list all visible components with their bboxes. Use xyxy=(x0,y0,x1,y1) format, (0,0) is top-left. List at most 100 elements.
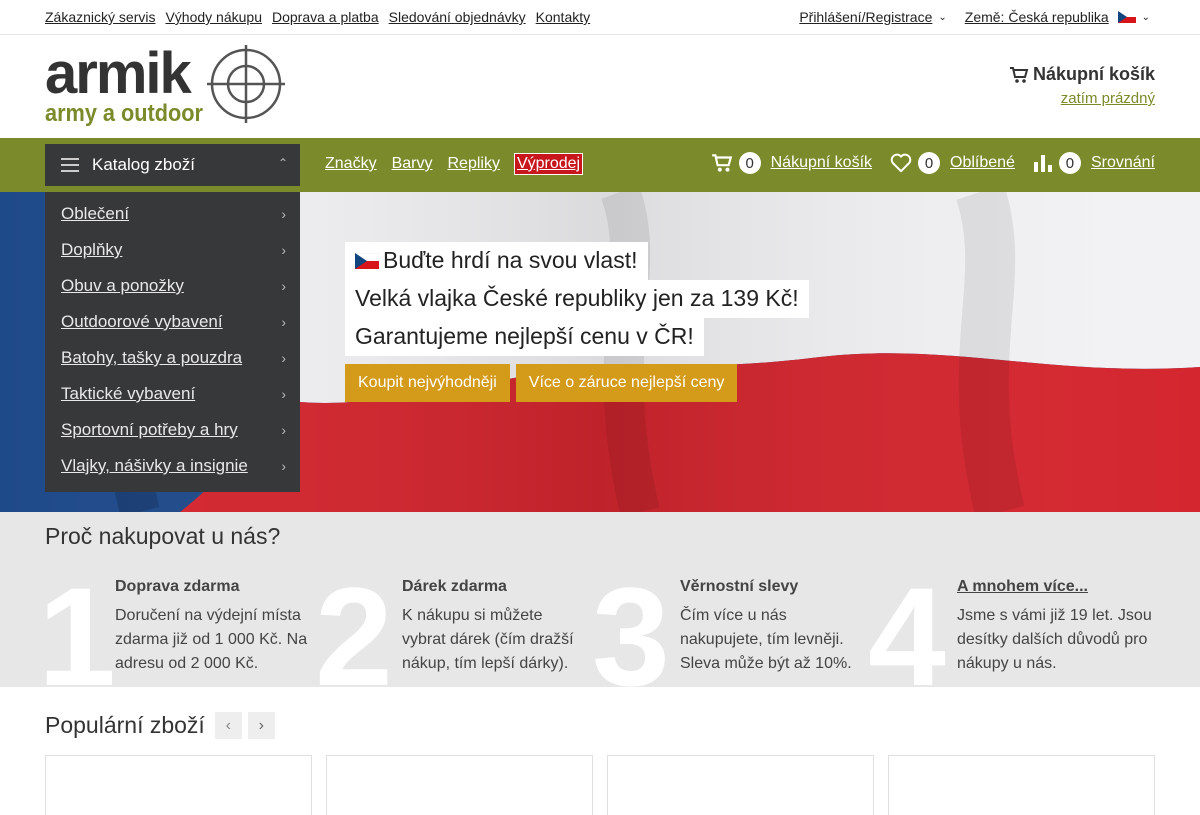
menu-item-label: Vlajky, nášivky a insignie xyxy=(61,456,248,475)
header-cart[interactable]: Nákupní košík zatím prázdný xyxy=(1009,64,1155,107)
buy-best-price-button[interactable]: Koupit nejvýhodněji xyxy=(345,364,510,402)
benefit-number: 4 xyxy=(868,558,946,688)
top-link-order-tracking[interactable]: Sledování objednávky xyxy=(389,9,526,25)
carousel-next-button[interactable]: › xyxy=(247,712,275,739)
benefit-number: 1 xyxy=(38,558,116,688)
login-dropdown[interactable]: Přihlášení/Registrace ⌄ xyxy=(799,9,946,25)
catalog-button[interactable]: Katalog zboží ⌃ xyxy=(45,144,300,186)
popular-header: Populární zboží ‹ › xyxy=(45,712,275,739)
why-shop-section: Proč nakupovat u nás? 1 Doprava zdarma D… xyxy=(0,512,1200,687)
menu-item-sports[interactable]: Sportovní potřeby a hry › xyxy=(45,412,300,448)
chevron-down-icon: ⌄ xyxy=(938,12,947,23)
benefit-title: Věrnostní slevy xyxy=(680,578,799,595)
cart-icon xyxy=(711,154,732,172)
carousel-prev-button[interactable]: ‹ xyxy=(214,712,242,739)
catalog-menu: Oblečení › Doplňky › Obuv a ponožky › Outdo… xyxy=(45,192,300,492)
header-cart-status[interactable]: zatím prázdný xyxy=(1009,90,1155,107)
compare-chart-icon xyxy=(1033,155,1052,172)
menu-item-label: Taktické vybavení xyxy=(61,384,196,403)
menu-item-label: Sportovní potřeby a hry xyxy=(61,420,238,439)
header-cart-title: Nákupní košík xyxy=(1032,64,1155,84)
chevron-left-icon: ‹ xyxy=(225,716,231,734)
top-link-customer-service[interactable]: Zákaznický servis xyxy=(45,9,155,25)
benefit-shipping: Doprava zdarma Doručení na výdejní místa… xyxy=(115,567,315,676)
benefit-number: 3 xyxy=(592,558,670,688)
benefit-title: Dárek zdarma xyxy=(402,578,507,595)
nav-favorites[interactable]: 0 Oblíbené xyxy=(890,152,1015,174)
benefit-text: K nákupu si můžete vybrat dárek (čím dra… xyxy=(402,607,574,672)
benefit-more-link[interactable]: A mnohem více... xyxy=(957,578,1157,596)
nav-compare[interactable]: 0 Srovnání xyxy=(1033,152,1155,174)
why-title: Proč nakupovat u nás? xyxy=(45,523,281,549)
top-link-contacts[interactable]: Kontakty xyxy=(536,9,590,25)
armik-logo[interactable]: armik army a outdoor xyxy=(45,45,285,127)
menu-item-label: Doplňky xyxy=(61,240,123,259)
compare-count-badge: 0 xyxy=(1058,152,1081,174)
czech-flag-icon xyxy=(354,252,380,269)
country-link[interactable]: Země: Česká republika xyxy=(965,9,1109,25)
login-link[interactable]: Přihlášení/Registrace xyxy=(799,9,932,25)
best-price-guarantee-button[interactable]: Více o záruce nejlepší ceny xyxy=(515,364,738,402)
crosshair-icon xyxy=(207,45,285,123)
nav-cart[interactable]: 0 Nákupní košík xyxy=(711,152,872,174)
chevron-right-icon: › xyxy=(281,458,286,474)
product-card[interactable] xyxy=(326,755,593,815)
cart-count-badge: 0 xyxy=(738,152,761,174)
heart-icon xyxy=(890,153,912,173)
nav-link-colors[interactable]: Barvy xyxy=(392,155,433,174)
main-nav: Katalog zboží ⌃ Značky Barvy Repliky Výp… xyxy=(0,138,1200,192)
catalog-label: Katalog zboží xyxy=(92,155,196,174)
chevron-right-icon: › xyxy=(281,278,286,294)
menu-item-label: Batohy, tašky a pouzdra xyxy=(61,348,243,367)
logo-sub: army a outdoor xyxy=(45,100,203,127)
nav-link-brands[interactable]: Značky xyxy=(325,155,377,174)
benefit-text: Doručení na výdejní místa zdarma již od … xyxy=(115,607,308,672)
nav-favorites-label[interactable]: Oblíbené xyxy=(950,154,1015,172)
nav-compare-label[interactable]: Srovnání xyxy=(1091,154,1155,172)
menu-item-flags[interactable]: Vlajky, nášivky a insignie › xyxy=(45,448,300,484)
product-card[interactable] xyxy=(888,755,1155,815)
cart-icon xyxy=(1009,66,1029,83)
nav-link-replicas[interactable]: Repliky xyxy=(447,155,499,174)
product-card[interactable] xyxy=(607,755,874,815)
benefit-text: Čím více u nás nakupujete, tím levněji. … xyxy=(680,607,852,672)
popular-products xyxy=(45,755,1155,815)
promo-line-1: Buďte hrdí na svou vlast! xyxy=(383,247,638,273)
promo-headline: Buďte hrdí na svou vlast! xyxy=(345,242,648,280)
chevron-right-icon: › xyxy=(258,716,264,734)
chevron-right-icon: › xyxy=(281,206,286,222)
chevron-right-icon: › xyxy=(281,350,286,366)
menu-item-label: Outdoorové vybavení xyxy=(61,312,223,331)
menu-item-clothing[interactable]: Oblečení › xyxy=(45,196,300,232)
top-links: Zákaznický servis Výhody nákupu Doprava … xyxy=(45,9,590,25)
czech-flag-icon xyxy=(1117,11,1136,23)
hero-promo: Buďte hrdí na svou vlast! Velká vlajka Č… xyxy=(345,242,809,402)
chevron-right-icon: › xyxy=(281,314,286,330)
top-link-benefits[interactable]: Výhody nákupu xyxy=(165,9,262,25)
menu-item-label: Oblečení xyxy=(61,204,130,223)
nav-cart-label[interactable]: Nákupní košík xyxy=(771,154,872,172)
chevron-up-icon: ⌃ xyxy=(277,156,288,170)
benefit-more: A mnohem více... Jsme s vámi již 19 let.… xyxy=(957,567,1157,676)
menu-item-tactical[interactable]: Taktické vybavení › xyxy=(45,376,300,412)
promo-line-2: Velká vlajka České republiky jen za 139 … xyxy=(345,280,809,318)
menu-item-bags[interactable]: Batohy, tašky a pouzdra › xyxy=(45,340,300,376)
popular-title: Populární zboží xyxy=(45,712,205,738)
menu-item-outdoor[interactable]: Outdoorové vybavení › xyxy=(45,304,300,340)
menu-item-accessories[interactable]: Doplňky › xyxy=(45,232,300,268)
benefit-title: Doprava zdarma xyxy=(115,578,240,595)
menu-item-label: Obuv a ponožky xyxy=(61,276,184,295)
chevron-right-icon: › xyxy=(281,422,286,438)
hamburger-icon xyxy=(61,158,79,172)
nav-link-sale[interactable]: Výprodej xyxy=(513,153,584,175)
benefit-number: 2 xyxy=(315,558,393,688)
benefit-loyalty: Věrnostní slevy Čím více u nás nakupujet… xyxy=(680,567,865,676)
chevron-down-icon: ⌄ xyxy=(1141,12,1150,23)
benefit-text: Jsme s vámi již 19 let. Jsou desítky dal… xyxy=(957,607,1152,672)
country-dropdown[interactable]: Země: Česká republika ⌄ xyxy=(965,9,1150,25)
top-link-shipping[interactable]: Doprava a platba xyxy=(272,9,379,25)
menu-item-footwear[interactable]: Obuv a ponožky › xyxy=(45,268,300,304)
favorites-count-badge: 0 xyxy=(918,152,941,174)
product-card[interactable] xyxy=(45,755,312,815)
chevron-right-icon: › xyxy=(281,242,286,258)
